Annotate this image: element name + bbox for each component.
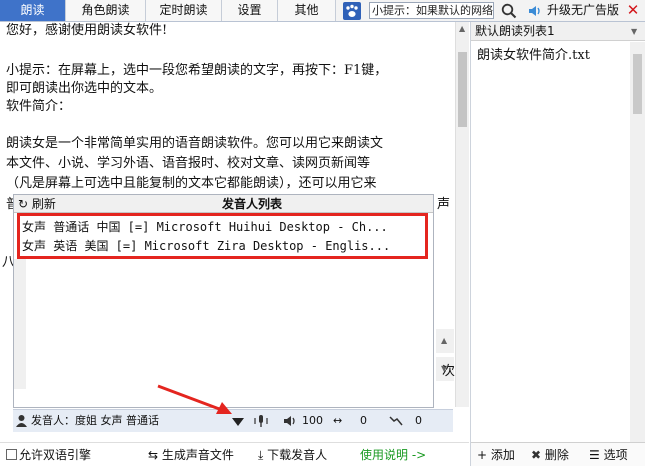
reading-list-toolbar: + 添加 ✖ 删除 ☰ 选项 [471, 442, 645, 466]
bilingual-label[interactable]: 允许双语引擎 [19, 443, 91, 466]
close-icon[interactable]: ✕ [624, 0, 642, 21]
tab-role-read[interactable]: 角色朗读 [66, 0, 146, 21]
speed-value[interactable]: 0 [360, 410, 367, 432]
volume-icon [283, 410, 299, 432]
speed-icon: ↔ [333, 414, 343, 427]
voice-item[interactable]: 女声 普通话 中国 [=] Microsoft Huihui Desktop -… [22, 218, 388, 236]
chevron-down-icon[interactable]: ▼ [631, 28, 637, 36]
editor-partial-char: 声 [437, 197, 451, 212]
delete-label: 删除 [544, 448, 569, 462]
hint-ticker: 小提示：如果默认的网络 [369, 2, 494, 19]
options-icon: ☰ [589, 448, 604, 462]
person-icon [15, 410, 28, 432]
voice-list-title: 发音人列表 [222, 197, 283, 211]
volume-value[interactable]: 100 [302, 410, 323, 432]
editor-line: 朗读女是一个非常简单实用的语音朗读软件。您可以用它来朗读文 [6, 136, 384, 151]
generate-icon: ⇆ [148, 448, 162, 462]
bilingual-checkbox[interactable] [6, 449, 17, 460]
tab-read[interactable]: 朗读 [0, 0, 66, 21]
voice-list-scrollbar[interactable] [14, 259, 26, 389]
voice-item[interactable]: 女声 英语 美国 [=] Microsoft Zira Desktop - En… [22, 237, 390, 255]
refresh-label: 刷新 [31, 197, 56, 211]
editor-line: （凡是屏幕上可选中且能复制的文本它都能朗读），还可以用它来 [6, 176, 377, 191]
reading-list-panel: 默认朗读列表1 ▼ 朗读女软件简介.txt + 添加 ✖ 删除 ☰ 选项 [470, 22, 645, 466]
editor-line: 本文件、小说、学习外语、语音报时、校对文章、读网页新闻等 [6, 156, 371, 171]
upgrade-link[interactable]: 升级无广告版 [547, 0, 619, 21]
delete-icon: ✖ [531, 448, 545, 462]
paw-icon[interactable] [340, 1, 364, 21]
next-label: 次 [442, 364, 456, 379]
tab-settings[interactable]: 设置 [222, 0, 278, 21]
voice-selector[interactable]: 发音人：度姐 女声 普通话 [31, 410, 159, 432]
options-button[interactable]: ☰ 选项 [589, 443, 628, 466]
tab-other[interactable]: 其他 [278, 0, 336, 21]
scroll-up-button[interactable]: ▲ [436, 329, 454, 353]
refresh-icon: ↻ [18, 197, 29, 211]
add-button[interactable]: + 添加 [477, 443, 515, 466]
pitch-value[interactable]: 0 [415, 410, 422, 432]
help-link[interactable]: 使用说明 -> [360, 443, 426, 466]
voice-list-header: ↻ 刷新 发音人列表 [14, 195, 433, 213]
reading-list-scrollbar[interactable] [630, 42, 645, 442]
generate-audio-button[interactable]: ⇆ 生成声音文件 [148, 443, 234, 466]
generate-label: 生成声音文件 [161, 448, 234, 462]
download-icon: ⤓ [258, 448, 268, 462]
delete-button[interactable]: ✖ 删除 [531, 443, 569, 466]
scroll-up-icon[interactable]: ▲ [459, 25, 465, 33]
download-label: 下载发音人 [267, 448, 328, 462]
status-bar: 允许双语引擎 ⇆ 生成声音文件 ⤓ 下载发音人 使用说明 -> [0, 442, 469, 466]
speaker-icon [526, 1, 544, 21]
options-label: 选项 [603, 448, 628, 462]
search-icon[interactable] [498, 1, 520, 21]
download-voice-button[interactable]: ⤓ 下载发音人 [258, 443, 327, 466]
editor-scrollbar[interactable]: ▲ [455, 22, 469, 407]
reading-list-select[interactable]: 默认朗读列表1 [471, 22, 645, 41]
arrow-annotation [157, 384, 232, 414]
editor-line: 即可朗读出你选中的文本。 [6, 81, 163, 97]
voice-list: 女声 普通话 中国 [=] Microsoft Huihui Desktop -… [17, 213, 428, 259]
scroll-thumb[interactable] [458, 52, 467, 127]
editor-line: 软件简介： [6, 99, 72, 114]
scroll-thumb[interactable] [633, 54, 642, 114]
voice-list-popup: ↻ 刷新 发音人列表 女声 普通话 中国 [=] Microsoft Huihu… [13, 194, 434, 408]
list-item[interactable]: 朗读女软件简介.txt [477, 44, 590, 63]
editor-line: 小提示：在屏幕上，选中一段您希望朗读的文字，再按下：F1键， [6, 63, 388, 78]
main-tab-bar: 朗读 角色朗读 定时朗读 设置 其他 小提示：如果默认的网络 升级无广告版 ✕ [0, 0, 645, 22]
refresh-button[interactable]: ↻ 刷新 [18, 195, 56, 213]
editor-line: 您好，感谢使用朗读女软件! [6, 23, 168, 38]
tab-timed-read[interactable]: 定时朗读 [146, 0, 222, 21]
pitch-icon [388, 410, 404, 432]
reading-list-name: 默认朗读列表1 [475, 24, 555, 38]
microphone-icon[interactable] [253, 410, 269, 432]
